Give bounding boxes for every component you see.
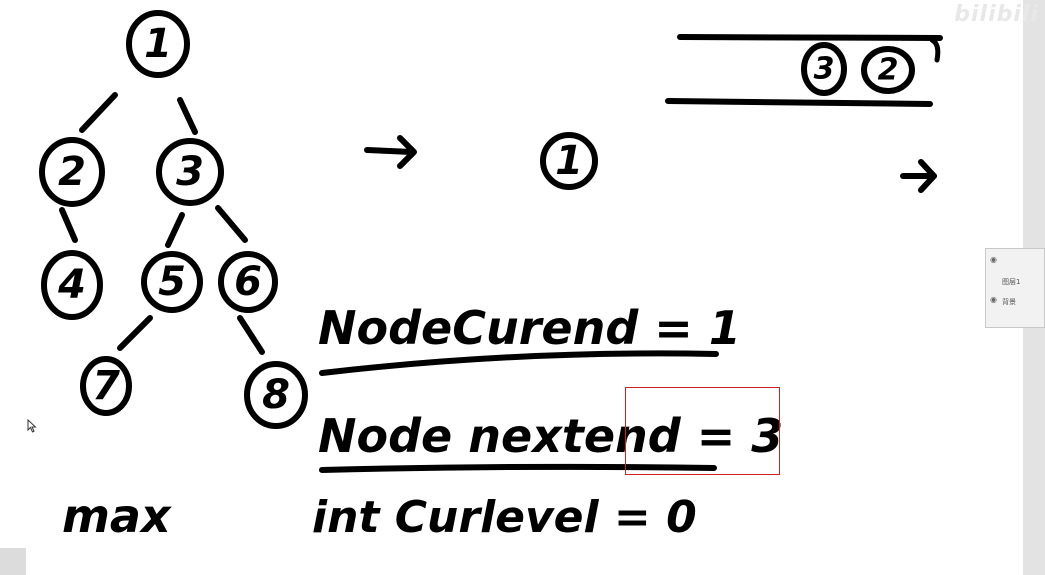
queue-item-label: 2 xyxy=(878,53,899,88)
layer-row-2[interactable]: ◉ 背景 xyxy=(988,295,1044,311)
layer-row-1[interactable]: ◉ 图层1 xyxy=(988,255,1044,289)
layers-panel[interactable]: ◉ 图层1 ◉ 背景 xyxy=(985,248,1045,328)
current-node-label: 1 xyxy=(555,138,583,184)
tree-node-6: 6 xyxy=(218,251,278,313)
tree-node-7-label: 7 xyxy=(92,363,120,409)
tree-node-1: 1 xyxy=(126,10,190,78)
tree-node-2-label: 2 xyxy=(58,149,86,195)
tree-node-6-label: 6 xyxy=(234,259,262,305)
mouse-cursor-icon xyxy=(27,419,37,433)
tree-node-2: 2 xyxy=(39,137,105,207)
tree-edges xyxy=(59,92,265,355)
queue-item-label: 3 xyxy=(814,52,835,87)
queue-item: 2 xyxy=(861,46,915,94)
eye-icon[interactable]: ◉ xyxy=(990,255,997,264)
current-node: 1 xyxy=(540,132,598,190)
code-line-curend: NodeCurend = 1 xyxy=(318,301,741,355)
tree-node-8-label: 8 xyxy=(262,372,290,418)
underline xyxy=(319,350,719,376)
layer-name: 图层1 xyxy=(1002,278,1021,286)
tree-node-3: 3 xyxy=(156,138,224,206)
arrow-right-icon xyxy=(900,159,937,193)
max-label: max xyxy=(62,489,172,543)
watermark-logo: bilibili xyxy=(954,2,1039,27)
tree-node-1-label: 1 xyxy=(144,21,172,67)
code-line-curlevel: int Curlevel = 0 xyxy=(312,492,697,543)
whiteboard-canvas[interactable]: 1 2 3 4 5 6 7 8 1 3 2 NodeCurend = 1 Nod… xyxy=(0,0,1045,575)
eye-icon[interactable]: ◉ xyxy=(990,295,997,304)
tree-node-5-label: 5 xyxy=(158,259,186,305)
queue: 3 2 xyxy=(665,34,943,107)
tree-node-4: 4 xyxy=(41,250,103,320)
queue-item: 3 xyxy=(801,42,847,96)
tree-node-3-label: 3 xyxy=(176,149,204,195)
tree-node-5: 5 xyxy=(141,251,203,313)
layer-name: 背景 xyxy=(1002,298,1016,306)
arrow-right-icon xyxy=(364,135,417,169)
tree-node-8: 8 xyxy=(244,361,308,429)
selection-box[interactable] xyxy=(625,387,780,475)
tree-node-4-label: 4 xyxy=(57,262,86,308)
window-corner xyxy=(0,548,26,575)
tree-node-7: 7 xyxy=(80,356,132,416)
